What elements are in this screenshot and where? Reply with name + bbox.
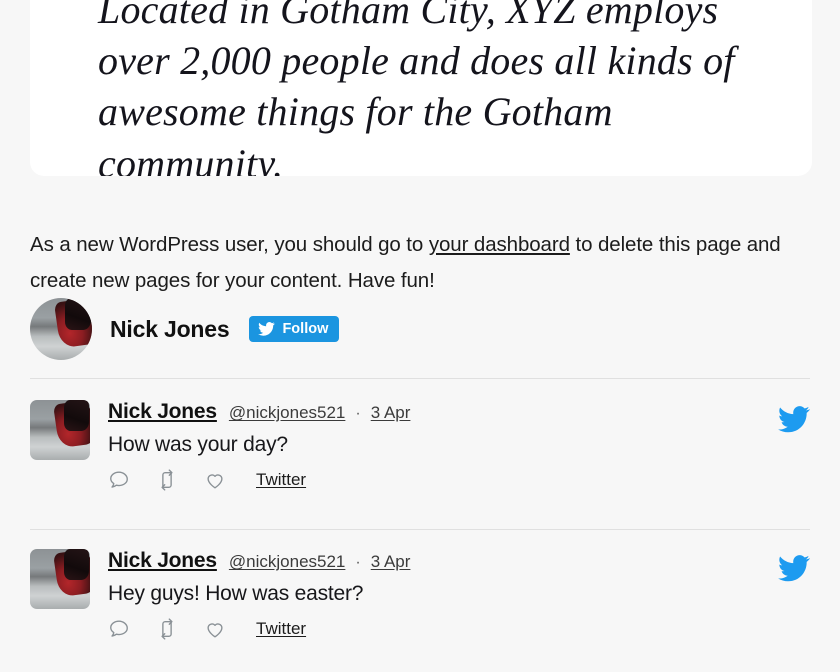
- comment-icon[interactable]: [108, 469, 130, 491]
- tweet-header: Nick Jones @nickjones521 · 3 Apr: [108, 400, 766, 424]
- tweet-item-1: Nick Jones @nickjones521 · 3 Apr How was…: [30, 400, 810, 491]
- tweet-separator: ·: [355, 554, 361, 571]
- page-root: Located in Gotham City, XYZ employs over…: [0, 0, 840, 672]
- tweet-source-link[interactable]: Twitter: [256, 470, 306, 490]
- profile-display-name: Nick Jones: [110, 315, 230, 342]
- dashboard-link[interactable]: your dashboard: [429, 233, 570, 256]
- tweet-date-link[interactable]: 3 Apr: [371, 403, 411, 423]
- divider-2: [30, 529, 810, 530]
- tweet-actions: Twitter: [108, 618, 766, 640]
- follow-button-label: Follow: [282, 321, 329, 337]
- comment-icon[interactable]: [108, 618, 130, 640]
- tweet-item-2: Nick Jones @nickjones521 · 3 Apr Hey guy…: [30, 549, 810, 640]
- tweet-avatar[interactable]: [30, 400, 90, 460]
- sneaker-photo: [30, 549, 90, 609]
- heart-icon[interactable]: [204, 618, 226, 640]
- tweet-source-link[interactable]: Twitter: [256, 619, 306, 639]
- heart-icon[interactable]: [204, 469, 226, 491]
- tweet-date-link[interactable]: 3 Apr: [371, 552, 411, 572]
- tweet-text: How was your day?: [108, 433, 288, 456]
- divider-1: [30, 378, 810, 379]
- tweet-handle-link[interactable]: @nickjones521: [229, 552, 346, 572]
- tweet-actions: Twitter: [108, 469, 766, 491]
- profile-avatar[interactable]: [30, 298, 92, 360]
- twitter-bird-icon[interactable]: [778, 555, 810, 582]
- profile-row: Nick Jones Follow: [30, 298, 340, 360]
- quote-card: Located in Gotham City, XYZ employs over…: [30, 0, 812, 176]
- tweet-author-link[interactable]: Nick Jones: [108, 400, 217, 424]
- sneaker-photo: [30, 298, 92, 360]
- quote-text: Located in Gotham City, XYZ employs over…: [98, 0, 735, 176]
- tweet-author-link[interactable]: Nick Jones: [108, 549, 217, 573]
- retweet-icon[interactable]: [156, 618, 178, 640]
- follow-button[interactable]: Follow: [249, 316, 340, 342]
- tweet-header: Nick Jones @nickjones521 · 3 Apr: [108, 549, 766, 573]
- tweet-avatar[interactable]: [30, 549, 90, 609]
- intro-paragraph: As a new WordPress user, you should go t…: [30, 227, 790, 299]
- tweet-text: Hey guys! How was easter?: [108, 582, 364, 605]
- sneaker-photo: [30, 400, 90, 460]
- twitter-bird-icon: [258, 322, 276, 336]
- tweet-handle-link[interactable]: @nickjones521: [229, 403, 346, 423]
- twitter-bird-icon[interactable]: [778, 406, 810, 433]
- retweet-icon[interactable]: [156, 469, 178, 491]
- intro-text-before: As a new WordPress user, you should go t…: [30, 232, 429, 256]
- tweet-separator: ·: [355, 405, 361, 422]
